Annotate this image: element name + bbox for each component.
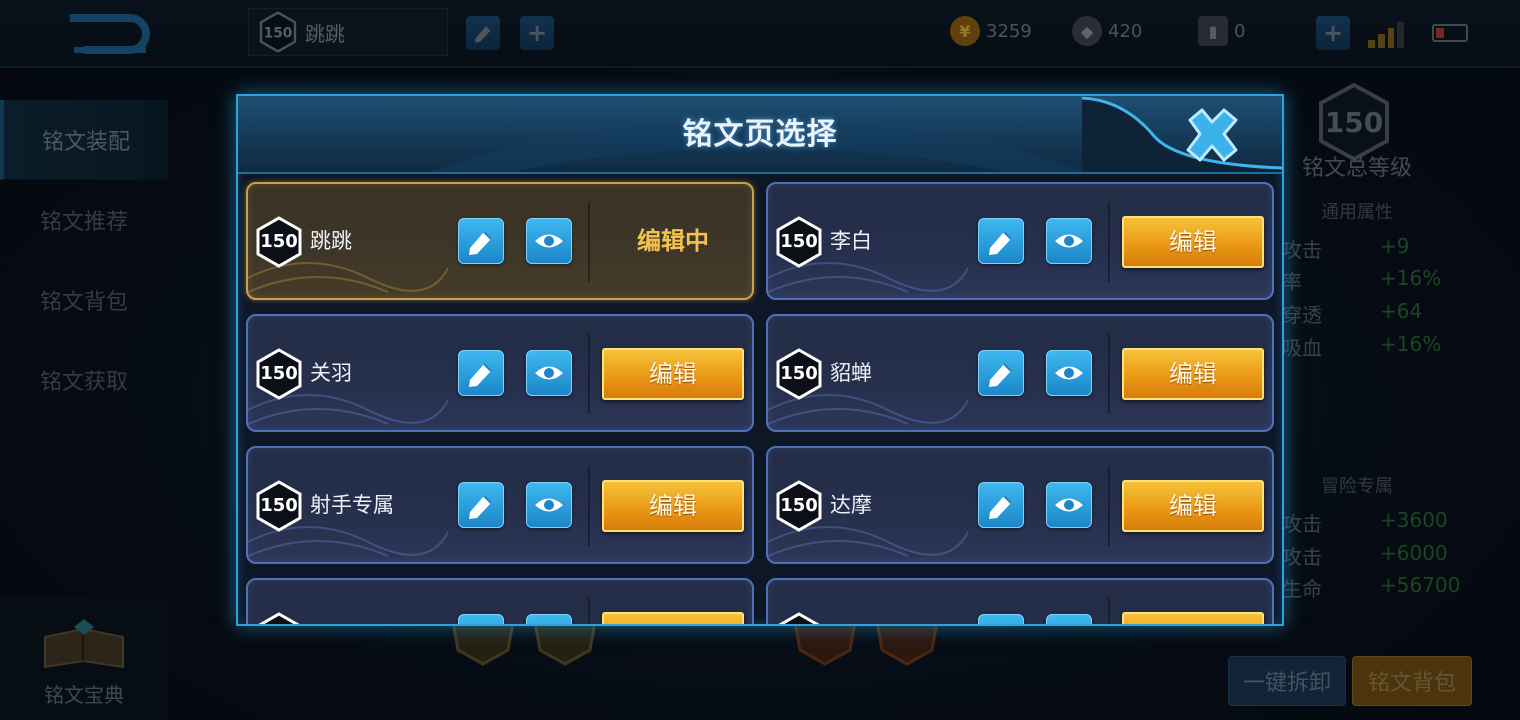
rune-page-card[interactable] <box>246 578 754 624</box>
rune-page-card[interactable] <box>766 578 1274 624</box>
preview-button[interactable] <box>1046 350 1092 396</box>
page-name: 李白 <box>830 229 872 253</box>
pencil-icon <box>989 363 1012 387</box>
pencil-icon <box>469 495 492 519</box>
edit-button[interactable] <box>602 612 744 624</box>
eye-icon <box>535 498 563 512</box>
preview-button[interactable] <box>526 614 572 624</box>
pencil-icon <box>469 231 492 255</box>
preview-button[interactable] <box>526 350 572 396</box>
rename-button[interactable] <box>458 218 504 264</box>
rename-button[interactable] <box>978 218 1024 264</box>
edit-button[interactable] <box>1122 612 1264 624</box>
rune-page-card[interactable]: 150 李白 编辑 <box>766 182 1274 300</box>
eye-icon <box>535 366 563 380</box>
page-level-badge: 150 <box>776 216 822 268</box>
preview-button[interactable] <box>526 218 572 264</box>
pencil-icon <box>469 363 492 387</box>
page-name: 达摩 <box>830 493 872 517</box>
page-name: 貂蝉 <box>830 361 872 385</box>
rune-page-card[interactable]: 150 貂蝉 编辑 <box>766 314 1274 432</box>
eye-icon <box>1055 366 1083 380</box>
edit-button[interactable]: 编辑 <box>602 480 744 532</box>
page-name: 关羽 <box>310 361 352 385</box>
dialog-header: 铭文页选择 <box>238 96 1282 174</box>
rename-button[interactable] <box>978 350 1024 396</box>
rune-page-card[interactable]: 150 射手专属 编辑 <box>246 446 754 564</box>
dialog-title: 铭文页选择 <box>682 117 838 152</box>
page-level-badge: 150 <box>256 348 302 400</box>
page-level-badge <box>256 612 302 624</box>
preview-button[interactable] <box>1046 218 1092 264</box>
close-icon <box>1186 108 1238 162</box>
rename-button[interactable] <box>458 614 504 624</box>
page-name: 跳跳 <box>310 229 352 253</box>
eye-icon <box>1055 498 1083 512</box>
page-level-badge: 150 <box>256 480 302 532</box>
page-level-badge: 150 <box>776 348 822 400</box>
rename-button[interactable] <box>458 350 504 396</box>
edit-button[interactable]: 编辑 <box>1122 480 1264 532</box>
preview-button[interactable] <box>526 482 572 528</box>
rune-page-card[interactable]: 150 关羽 编辑 <box>246 314 754 432</box>
pencil-icon <box>989 231 1012 255</box>
edit-button[interactable]: 编辑 <box>602 348 744 400</box>
page-level-badge: 150 <box>776 480 822 532</box>
editing-status: 编辑中 <box>637 227 709 255</box>
close-button[interactable] <box>1182 106 1242 164</box>
rune-page-card[interactable]: 150 达摩 编辑 <box>766 446 1274 564</box>
page-name: 射手专属 <box>310 493 394 517</box>
rename-button[interactable] <box>978 614 1024 624</box>
edit-button[interactable]: 编辑 <box>1122 216 1264 268</box>
preview-button[interactable] <box>1046 482 1092 528</box>
pencil-icon <box>989 495 1012 519</box>
rename-button[interactable] <box>978 482 1024 528</box>
preview-button[interactable] <box>1046 614 1092 624</box>
rune-page-card[interactable]: 150 跳跳 编辑中 <box>246 182 754 300</box>
eye-icon <box>535 234 563 248</box>
page-level-badge: 150 <box>256 216 302 268</box>
page-level-badge <box>776 612 822 624</box>
eye-icon <box>1055 234 1083 248</box>
edit-button[interactable]: 编辑 <box>1122 348 1264 400</box>
rename-button[interactable] <box>458 482 504 528</box>
rune-page-select-dialog: 铭文页选择 150 跳跳 编辑中 150 李白 编辑 150 关羽 编辑 150… <box>236 94 1284 626</box>
